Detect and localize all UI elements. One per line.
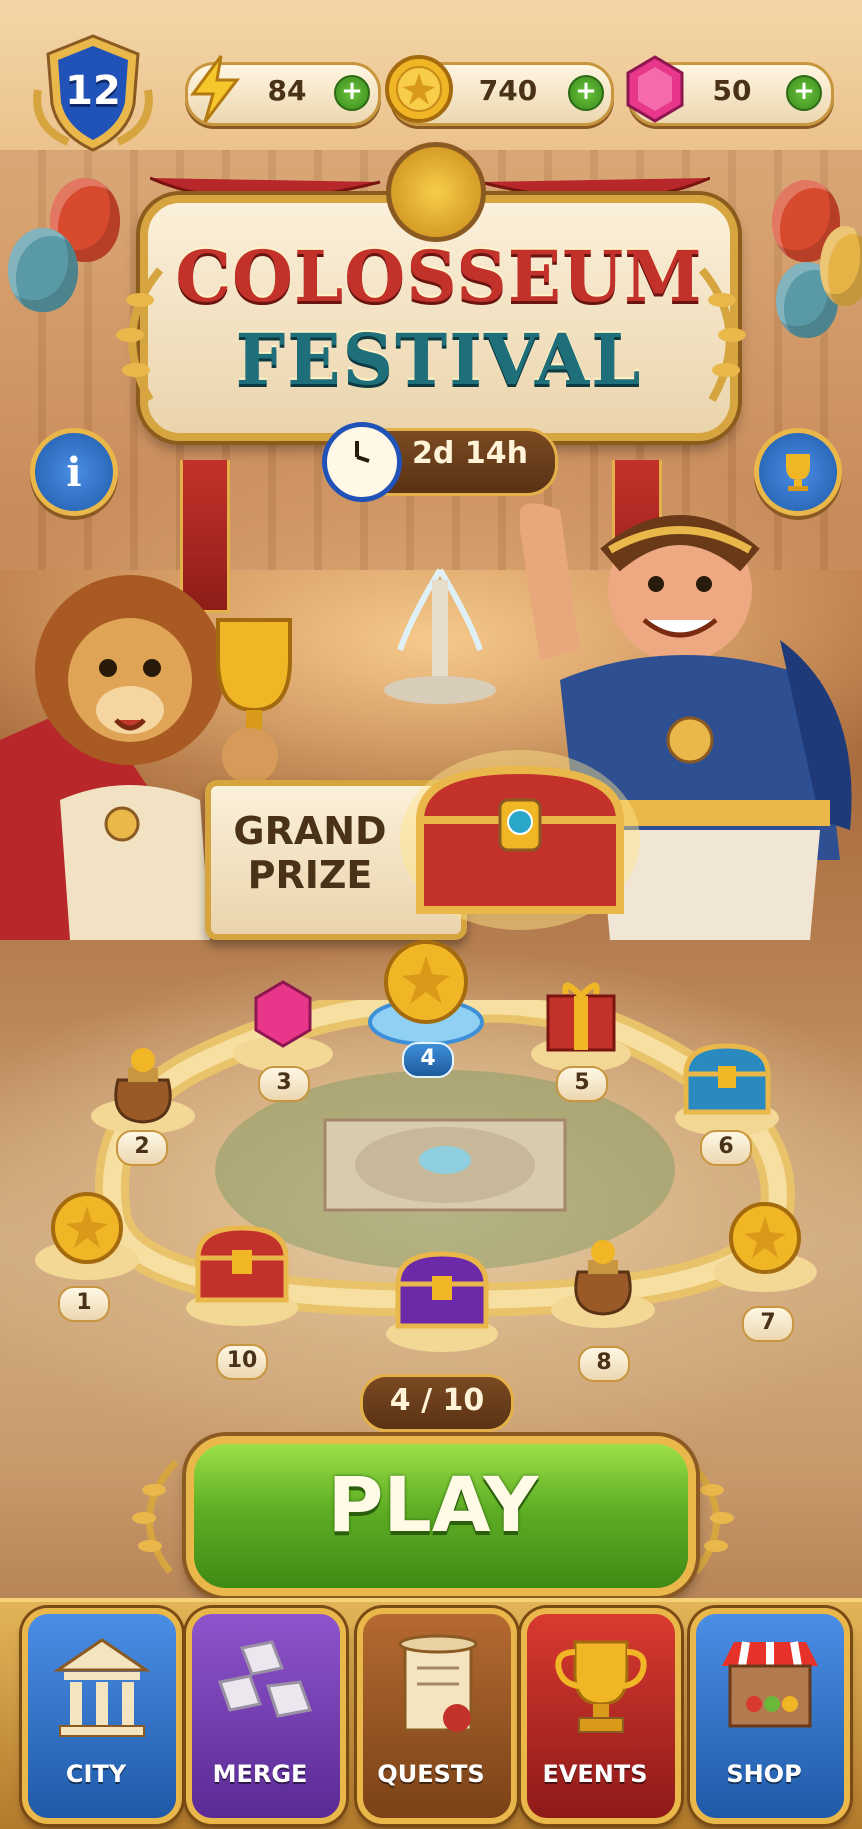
laurel-left-icon [120,1456,190,1576]
track-node-4-number: 4 [402,1042,454,1078]
balloon-gold-right [820,226,862,306]
track-node-3-number: 3 [258,1066,310,1102]
shop-stall-icon [722,1641,818,1728]
track-node-5-number: 5 [556,1066,608,1102]
timer-text: 2d 14h [412,436,528,471]
add-gems-button[interactable]: + [786,75,822,111]
nav-shop-button[interactable] [690,1608,850,1824]
track-progress: 4 / 10 [360,1374,514,1432]
track-node-1-number: 1 [58,1286,110,1322]
track-node-2[interactable] [88,1030,198,1140]
coin-icon [382,52,456,126]
nav-shop-label: SHOP [726,1760,802,1788]
nav-quests-button[interactable] [357,1608,517,1824]
track-node-2-number: 2 [116,1130,168,1166]
coin-value: 740 [478,74,538,107]
play-button[interactable] [186,1436,696,1596]
scroll-icon [398,1634,478,1732]
temple-icon [53,1638,151,1737]
nav-quests-label: QUESTS [377,1760,485,1788]
track-node-7[interactable] [710,1190,820,1300]
trophy-icon [786,454,810,491]
nav-city-button[interactable] [22,1608,182,1824]
add-coins-button[interactable]: + [568,75,604,111]
grand-prize-label-2: PRIZE [247,853,373,897]
grand-prize-chest-icon[interactable] [400,740,640,930]
track-node-4-current[interactable] [366,930,486,1054]
nav-events-label: EVENTS [542,1760,648,1788]
energy-value: 84 [267,74,307,107]
balloon-teal-left [8,228,78,312]
track-node-9[interactable] [384,1238,500,1354]
level-number: 12 [65,68,121,114]
fountain [380,560,500,710]
laurel-medallion-icon [386,142,486,242]
info-icon: i [66,448,82,496]
info-button[interactable]: i [30,428,118,516]
add-energy-button[interactable]: + [334,75,370,111]
gem-value: 50 [712,74,752,107]
event-title-line2: FESTIVAL [235,318,643,401]
track-node-7-number: 7 [742,1306,794,1342]
trophy-icon [555,1640,647,1733]
lightning-icon [178,52,252,126]
track-node-10-number: 10 [216,1344,268,1380]
track-node-8-number: 8 [578,1346,630,1382]
nav-merge-button[interactable] [186,1608,346,1824]
track-node-10[interactable] [184,1212,300,1328]
track-node-6-number: 6 [700,1130,752,1166]
event-title-line1: COLOSSEUM [175,235,703,318]
nav-merge-label: MERGE [212,1760,308,1788]
track-node-1[interactable] [32,1180,142,1290]
track-node-6[interactable] [672,1030,782,1140]
track-node-8[interactable] [548,1222,658,1332]
track-node-5[interactable] [526,966,636,1076]
clock-icon [322,422,402,502]
gem-icon [618,52,692,126]
player-level-badge[interactable]: 12 [28,30,158,156]
nav-city-label: CITY [65,1760,127,1788]
blocks-icon [218,1640,313,1718]
nav-events-button[interactable] [521,1608,681,1824]
grand-prize-label-1: GRAND [233,809,387,853]
track-node-3[interactable] [228,968,338,1078]
